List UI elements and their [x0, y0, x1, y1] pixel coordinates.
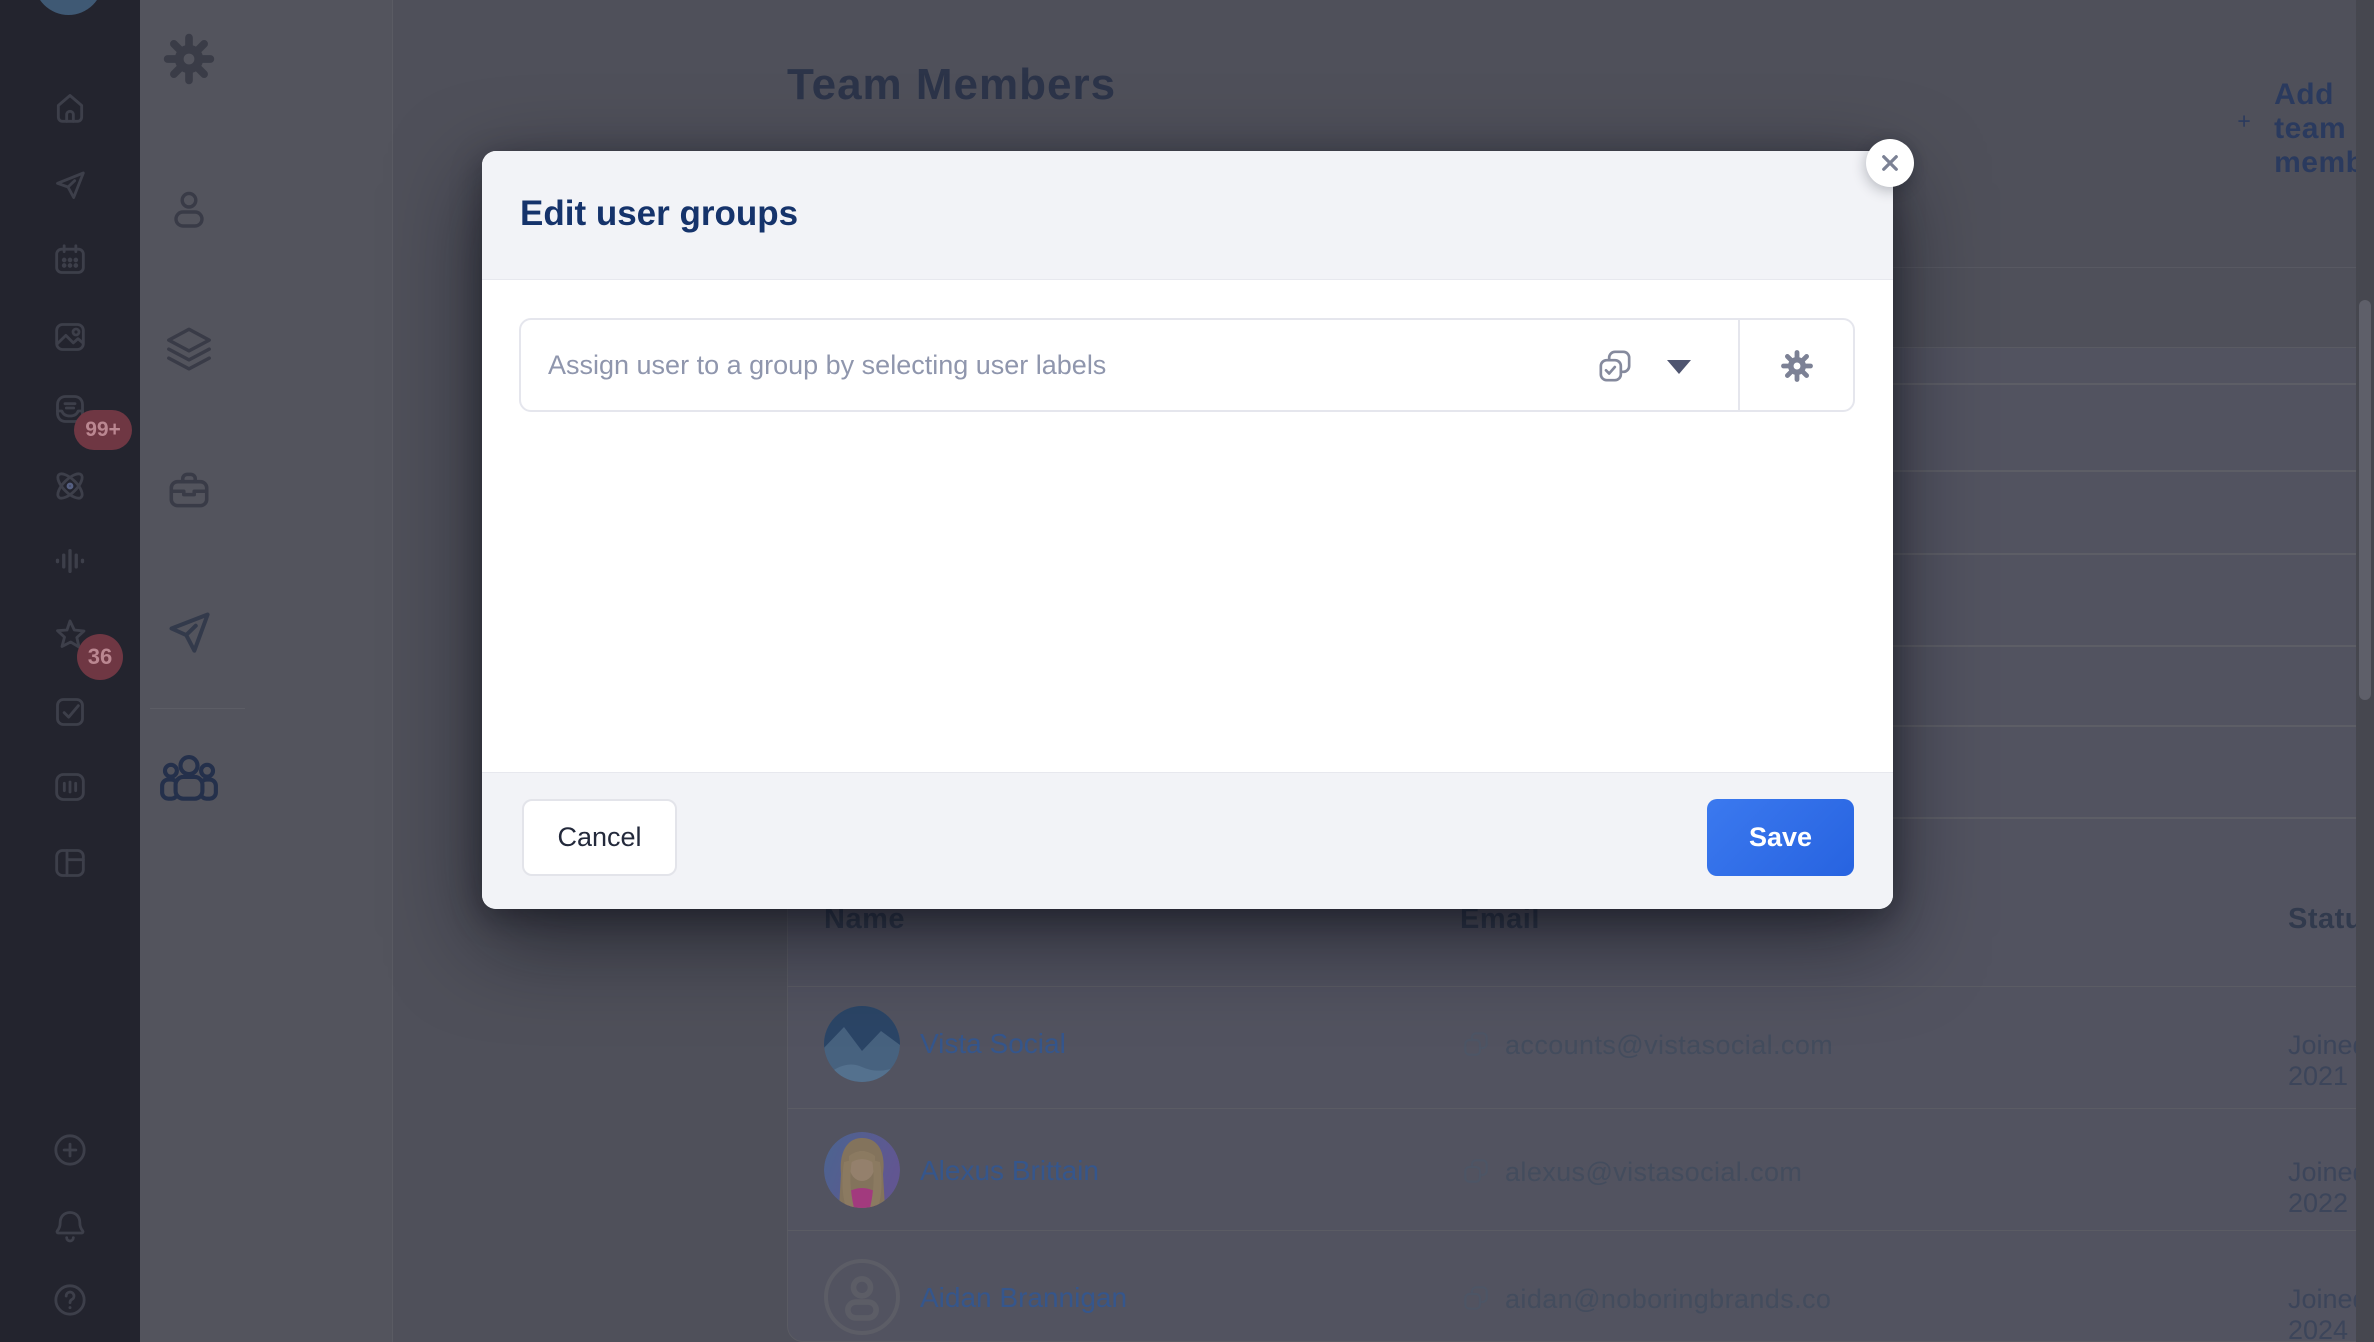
layout-icon[interactable] — [50, 843, 90, 883]
page-title: Team Members — [787, 60, 1116, 110]
waveform-icon[interactable] — [50, 541, 90, 581]
briefcase-icon[interactable] — [164, 465, 214, 515]
table-divider — [787, 1230, 2374, 1231]
reviews-badge: 36 — [77, 634, 123, 680]
avatar-placeholder-icon[interactable] — [824, 1259, 900, 1335]
user-labels-input[interactable] — [548, 320, 1568, 410]
modal-header: Edit user groups — [482, 151, 1893, 280]
table-divider — [787, 1108, 2374, 1109]
layers-icon[interactable] — [162, 323, 216, 377]
check-square-icon[interactable] — [50, 692, 90, 732]
member-email: accounts@vistasocial.com — [1505, 1030, 1833, 1061]
image-icon[interactable] — [50, 317, 90, 357]
copy-icon[interactable] — [1460, 1155, 1492, 1187]
cancel-button[interactable]: Cancel — [522, 799, 677, 876]
member-name-link[interactable]: Alexus Brittain — [920, 1155, 1099, 1187]
stats-icon[interactable] — [50, 767, 90, 807]
calendar-icon[interactable] — [50, 240, 90, 280]
select-all-labels-icon[interactable] — [1595, 346, 1635, 386]
send-icon[interactable] — [161, 604, 217, 660]
avatar[interactable] — [824, 1132, 900, 1208]
modal-footer: Cancel Save — [482, 772, 1893, 909]
user-labels-combobox — [519, 318, 1855, 412]
member-name-link[interactable]: Vista Social — [920, 1028, 1066, 1060]
add-team-member-button[interactable]: Add team member — [2236, 78, 2374, 180]
home-icon[interactable] — [50, 88, 90, 128]
settings-sidebar — [140, 0, 393, 1342]
member-email: alexus@vistasocial.com — [1505, 1157, 1802, 1188]
scrollbar-thumb[interactable] — [2359, 300, 2371, 700]
bell-icon[interactable] — [50, 1205, 90, 1245]
member-email: aidan@noboringbrands.co — [1505, 1284, 1831, 1315]
manage-groups-gear-icon[interactable] — [1779, 348, 1815, 384]
sidebar-divider — [150, 708, 245, 709]
table-divider — [787, 986, 2374, 987]
workspace-avatar[interactable] — [34, 0, 103, 15]
combobox-divider — [1738, 320, 1740, 410]
save-button[interactable]: Save — [1707, 799, 1854, 876]
primary-sidebar: 99+ 36 — [0, 0, 140, 1342]
send-icon[interactable] — [50, 165, 90, 205]
person-icon[interactable] — [165, 185, 213, 233]
copy-icon[interactable] — [1460, 1282, 1492, 1314]
atom-icon[interactable] — [50, 466, 90, 506]
close-icon — [1875, 148, 1905, 178]
avatar[interactable] — [824, 1006, 900, 1082]
plus-icon — [2236, 113, 2252, 145]
chevron-down-icon[interactable] — [1667, 360, 1691, 374]
help-icon[interactable] — [50, 1280, 90, 1320]
close-button[interactable] — [1866, 139, 1914, 187]
gear-icon[interactable] — [162, 32, 216, 86]
inbox-badge: 99+ — [74, 410, 132, 450]
plus-circle-icon[interactable] — [50, 1130, 90, 1170]
edit-user-groups-modal: Edit user groups — [482, 151, 1893, 909]
modal-title: Edit user groups — [520, 194, 798, 234]
scrollbar-track — [2356, 0, 2374, 1342]
app-screen: 99+ 36 Team M — [0, 0, 2374, 1342]
member-name-link[interactable]: Aidan Brannigan — [920, 1282, 1127, 1314]
people-icon[interactable] — [158, 747, 220, 809]
copy-icon[interactable] — [1460, 1028, 1492, 1060]
